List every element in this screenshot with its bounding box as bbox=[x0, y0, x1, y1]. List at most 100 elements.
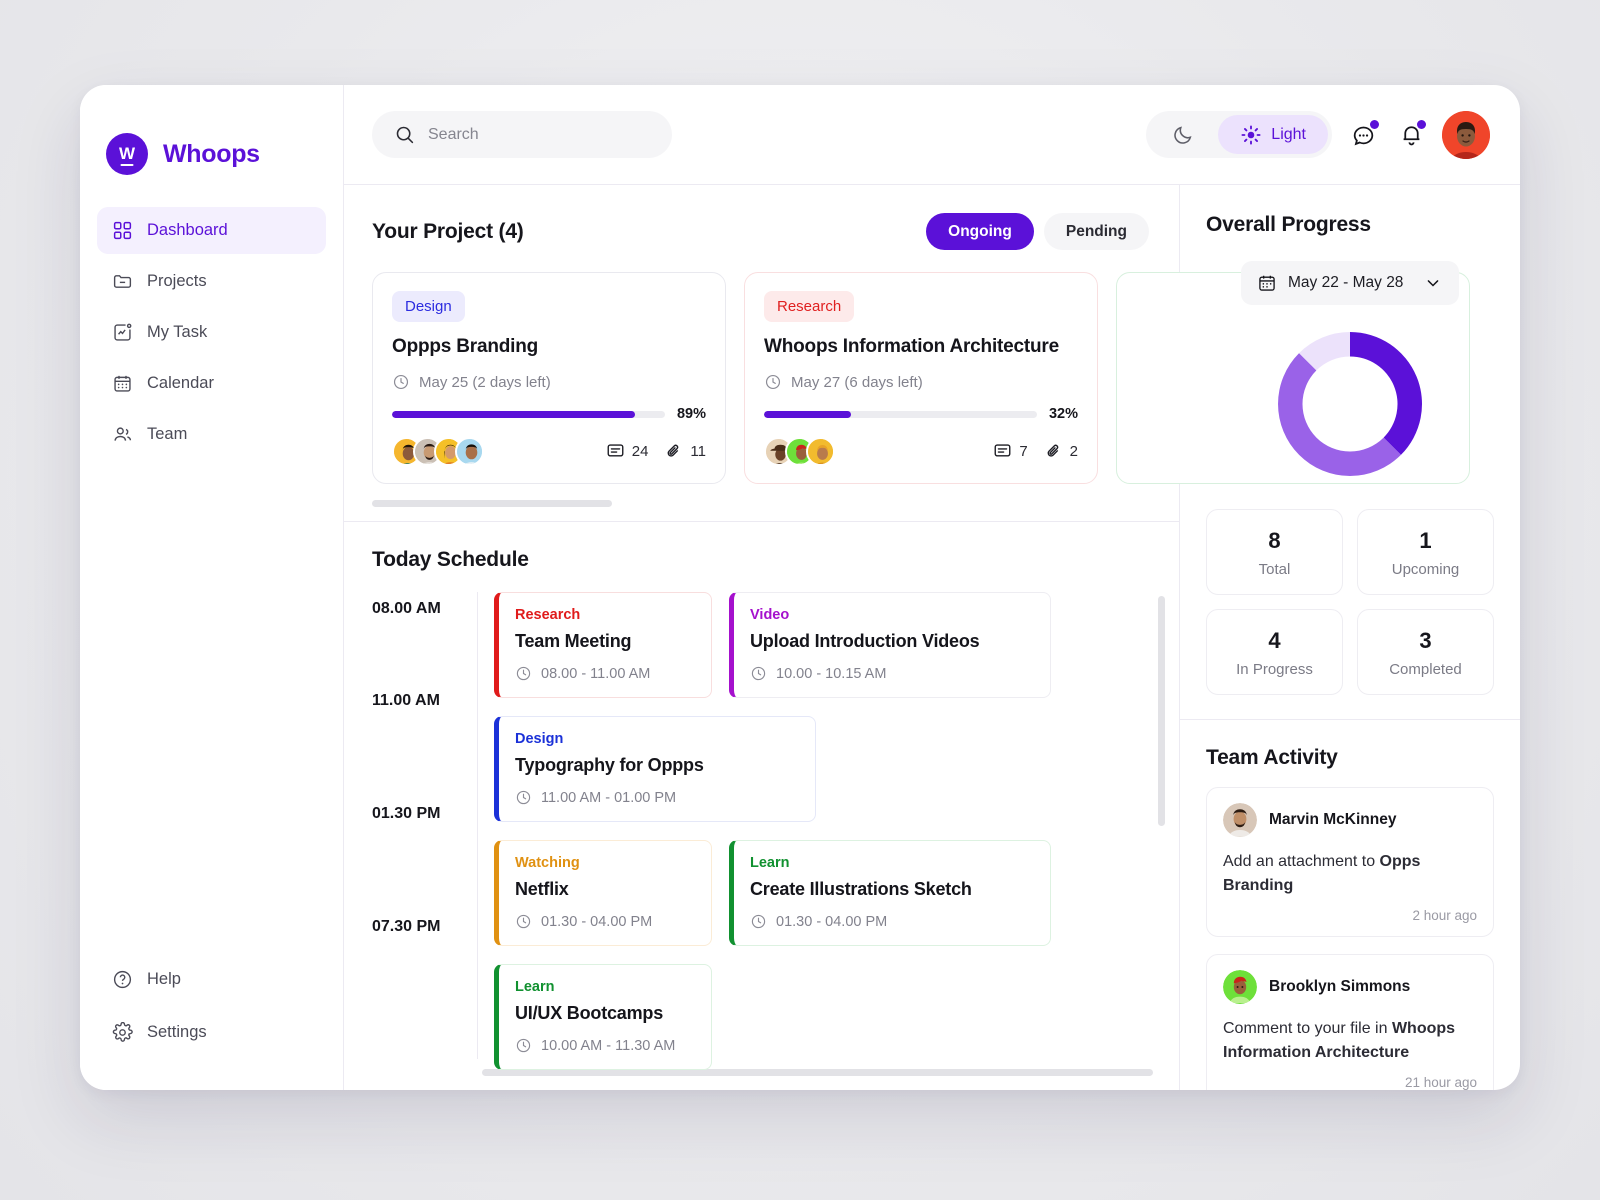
activity-user-name: Marvin McKinney bbox=[1269, 811, 1397, 828]
folder-icon bbox=[112, 271, 133, 292]
sidebar-item-dashboard[interactable]: Dashboard bbox=[97, 207, 326, 254]
messages-button[interactable] bbox=[1346, 118, 1380, 152]
schedule-event[interactable]: Video Upload Introduction Videos 10.00 -… bbox=[729, 592, 1051, 698]
donut-segment-completed bbox=[1350, 332, 1422, 455]
projects-horizontal-scrollbar[interactable] bbox=[372, 500, 612, 507]
progress-label: 89% bbox=[676, 406, 706, 422]
schedule-time-label: 01.30 PM bbox=[372, 805, 441, 822]
event-category: Learn bbox=[750, 855, 790, 871]
date-range-selector[interactable]: May 22 - May 28 bbox=[1241, 261, 1459, 305]
projects-scroller[interactable]: Design Oppps Branding May 25 (2 days lef… bbox=[372, 272, 1470, 488]
schedule-time-column: 08.00 AM 11.00 AM 01.30 PM 07.30 PM bbox=[372, 592, 477, 1059]
stat-value: 3 bbox=[1419, 628, 1432, 653]
avatar-group bbox=[392, 437, 484, 466]
app-window: W Whoops Dashboard Projects My Task Cale… bbox=[80, 85, 1520, 1090]
sidebar-item-label: Calendar bbox=[147, 374, 214, 392]
schedule-event[interactable]: Watching Netflix 01.30 - 04.00 PM bbox=[494, 840, 712, 946]
project-due: May 25 (2 days left) bbox=[392, 373, 706, 391]
schedule-horizontal-scrollbar[interactable] bbox=[482, 1069, 1153, 1076]
activity-item[interactable]: Marvin McKinney Add an attachment to Opp… bbox=[1206, 787, 1494, 937]
project-tag: Research bbox=[764, 291, 855, 322]
avatar bbox=[806, 437, 835, 466]
comments-count: 7 bbox=[1019, 443, 1028, 460]
sidebar-item-help[interactable]: Help bbox=[97, 956, 326, 1003]
avatar bbox=[455, 437, 484, 466]
schedule-event[interactable]: Research Team Meeting 08.00 - 11.00 AM bbox=[494, 592, 712, 698]
schedule-vertical-scrollbar[interactable] bbox=[1158, 596, 1165, 826]
theme-dark-button[interactable] bbox=[1150, 115, 1216, 154]
event-category: Watching bbox=[515, 855, 580, 871]
attachments-count: 2 bbox=[1069, 443, 1078, 460]
search-box[interactable] bbox=[372, 111, 672, 158]
schedule-event[interactable]: Design Typography for Oppps 11.00 AM - 0… bbox=[494, 716, 816, 822]
schedule-row: Learn UI/UX Bootcamps 10.00 AM - 11.30 A… bbox=[494, 964, 1179, 1070]
project-card-footer: 24 11 bbox=[392, 437, 706, 466]
project-due-label: May 25 (2 days left) bbox=[419, 373, 551, 391]
notifications-button[interactable] bbox=[1394, 118, 1428, 152]
filter-ongoing[interactable]: Ongoing bbox=[926, 213, 1034, 250]
sidebar-nav: Dashboard Projects My Task Calendar Team bbox=[80, 207, 343, 458]
search-icon bbox=[394, 124, 415, 145]
sidebar-item-my-task[interactable]: My Task bbox=[97, 309, 326, 356]
schedule-event[interactable]: Learn UI/UX Bootcamps 10.00 AM - 11.30 A… bbox=[494, 964, 712, 1070]
project-due-label: May 27 (6 days left) bbox=[791, 373, 923, 391]
sun-icon bbox=[1240, 124, 1262, 146]
event-time-label: 10.00 AM - 11.30 AM bbox=[541, 1037, 676, 1054]
filter-pending[interactable]: Pending bbox=[1043, 213, 1149, 250]
notifications-badge-dot bbox=[1417, 119, 1426, 129]
event-title: Team Meeting bbox=[515, 631, 632, 651]
schedule-time-label: 08.00 AM bbox=[372, 600, 441, 617]
event-title: UI/UX Bootcamps bbox=[515, 1003, 664, 1023]
attachments-meta: 2 bbox=[1044, 442, 1078, 461]
activity-text-prefix: Comment to your file in bbox=[1223, 1020, 1392, 1037]
project-card[interactable]: Research Whoops Information Architecture… bbox=[744, 272, 1098, 484]
avatar bbox=[1223, 970, 1257, 1004]
search-input[interactable] bbox=[428, 125, 650, 144]
project-card[interactable]: Design Oppps Branding May 25 (2 days lef… bbox=[372, 272, 726, 484]
project-due: May 27 (6 days left) bbox=[764, 373, 1078, 391]
comment-icon bbox=[606, 442, 625, 461]
sidebar-bottom: Help Settings bbox=[80, 956, 343, 1090]
event-time-label: 01.30 - 04.00 PM bbox=[541, 913, 653, 930]
schedule-event[interactable]: Learn Create Illustrations Sketch 01.30 … bbox=[729, 840, 1051, 946]
event-time-label: 01.30 - 04.00 PM bbox=[776, 913, 888, 930]
clock-icon bbox=[764, 373, 782, 391]
sidebar-item-projects[interactable]: Projects bbox=[97, 258, 326, 305]
activity-timestamp: 2 hour ago bbox=[1412, 908, 1477, 923]
theme-light-button[interactable]: Light bbox=[1218, 115, 1328, 154]
stat-label: Total bbox=[1258, 561, 1291, 578]
project-filters: Ongoing Pending bbox=[926, 213, 1149, 250]
sidebar-item-label: Settings bbox=[147, 1023, 207, 1041]
attachments-count: 11 bbox=[690, 443, 706, 460]
comments-meta: 24 bbox=[606, 442, 649, 461]
event-category: Research bbox=[515, 607, 581, 623]
schedule-section: Today Schedule 08.00 AM 11.00 AM 01.30 P… bbox=[344, 522, 1179, 1090]
event-time: 01.30 - 04.00 PM bbox=[515, 913, 695, 930]
event-title: Create Illustrations Sketch bbox=[750, 879, 972, 899]
clock-icon bbox=[515, 913, 532, 930]
moon-icon bbox=[1172, 124, 1194, 146]
sidebar-item-label: Dashboard bbox=[147, 221, 228, 239]
comments-count: 24 bbox=[631, 443, 649, 460]
topbar-right: Light bbox=[1146, 110, 1490, 159]
stat-value: 4 bbox=[1268, 628, 1281, 653]
avatar[interactable] bbox=[1442, 110, 1490, 159]
theme-light-label: Light bbox=[1271, 125, 1306, 143]
clock-icon bbox=[515, 789, 532, 806]
stat-value: 8 bbox=[1268, 528, 1281, 553]
theme-toggle[interactable]: Light bbox=[1146, 111, 1332, 158]
event-title: Typography for Oppps bbox=[515, 755, 704, 775]
activity-item[interactable]: Brooklyn Simmons Comment to your file in… bbox=[1206, 954, 1494, 1090]
right-panel: Overall Progress May 22 - May 28 8 Total… bbox=[1180, 185, 1520, 1090]
stat-completed: 3 Completed bbox=[1357, 609, 1494, 695]
sidebar-item-label: Team bbox=[147, 425, 188, 443]
donut-svg bbox=[1278, 332, 1422, 476]
brand-logo-icon: W bbox=[106, 133, 148, 175]
clock-icon bbox=[515, 665, 532, 682]
sidebar: W Whoops Dashboard Projects My Task Cale… bbox=[80, 85, 344, 1090]
event-title: Netflix bbox=[515, 879, 569, 899]
event-time: 10.00 AM - 11.30 AM bbox=[515, 1037, 695, 1054]
sidebar-item-team[interactable]: Team bbox=[97, 411, 326, 458]
sidebar-item-settings[interactable]: Settings bbox=[97, 1009, 326, 1056]
sidebar-item-calendar[interactable]: Calendar bbox=[97, 360, 326, 407]
